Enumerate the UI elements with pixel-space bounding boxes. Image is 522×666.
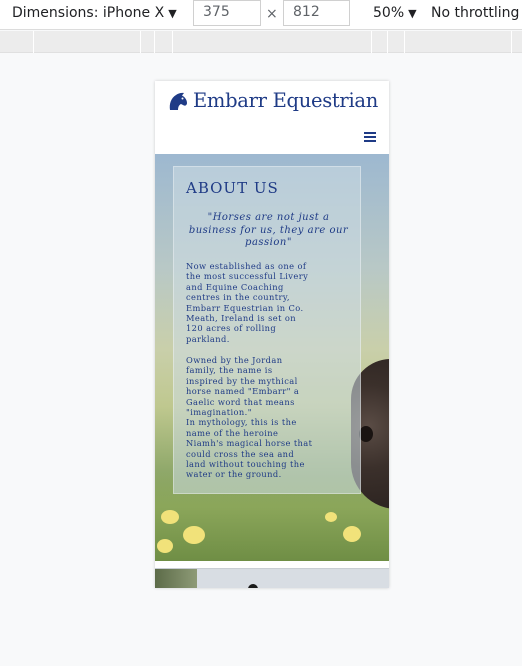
mq-tick (387, 31, 388, 53)
about-hero-section: ABOUT US "Horses are not just a business… (155, 154, 389, 561)
devtools-device-toolbar: Dimensions: iPhone X ▼ 375 × 812 50% ▼ No … (0, 0, 522, 30)
about-panel: ABOUT US "Horses are not just a business… (173, 166, 361, 494)
mq-tick (172, 31, 173, 53)
dimensions-label: Dimensions: iPhone X (12, 5, 165, 21)
horse-head-icon (169, 92, 187, 110)
zoom-label: 50% (373, 5, 405, 21)
next-section-preview (155, 568, 389, 588)
section-image-detail (248, 584, 258, 588)
site-header: Embarr Equestrian (155, 81, 389, 154)
media-query-bar[interactable] (0, 31, 522, 53)
flower-decoration (157, 539, 173, 553)
flower-decoration (325, 512, 337, 522)
about-quote: "Horses are not just a business for us, … (188, 212, 349, 248)
brand-name: Embarr Equestrian (193, 89, 378, 112)
caret-down-icon: ▼ (408, 7, 417, 20)
flower-decoration (161, 510, 179, 524)
mq-tick (371, 31, 372, 53)
flower-decoration (343, 526, 361, 542)
site-logo[interactable]: Embarr Equestrian (167, 89, 378, 112)
dimensions-dropdown[interactable]: Dimensions: iPhone X ▼ (12, 5, 177, 21)
throttling-dropdown[interactable]: No throttling (431, 5, 519, 21)
flower-decoration (183, 526, 205, 544)
section-image (155, 569, 197, 588)
about-paragraph-2: Owned by the Jordan family, the name is … (186, 355, 313, 480)
times-separator: × (266, 6, 278, 22)
mq-tick (404, 31, 405, 53)
mq-tick (140, 31, 141, 53)
horse-eye (359, 426, 373, 442)
viewport-width-input[interactable]: 375 (193, 0, 261, 26)
zoom-dropdown[interactable]: 50% ▼ (373, 5, 417, 21)
mq-tick (33, 31, 34, 53)
viewport-height-input[interactable]: 812 (283, 0, 350, 26)
mq-tick (154, 31, 155, 53)
about-paragraph-1: Now established as one of the most succe… (186, 261, 309, 344)
throttling-label: No throttling (431, 5, 520, 21)
device-viewport: Embarr Equestrian ABOUT US "Horses are n… (155, 81, 389, 588)
hamburger-menu-icon[interactable] (364, 132, 376, 142)
about-title: ABOUT US (186, 179, 279, 197)
mq-tick (511, 31, 512, 53)
caret-down-icon: ▼ (168, 7, 177, 20)
